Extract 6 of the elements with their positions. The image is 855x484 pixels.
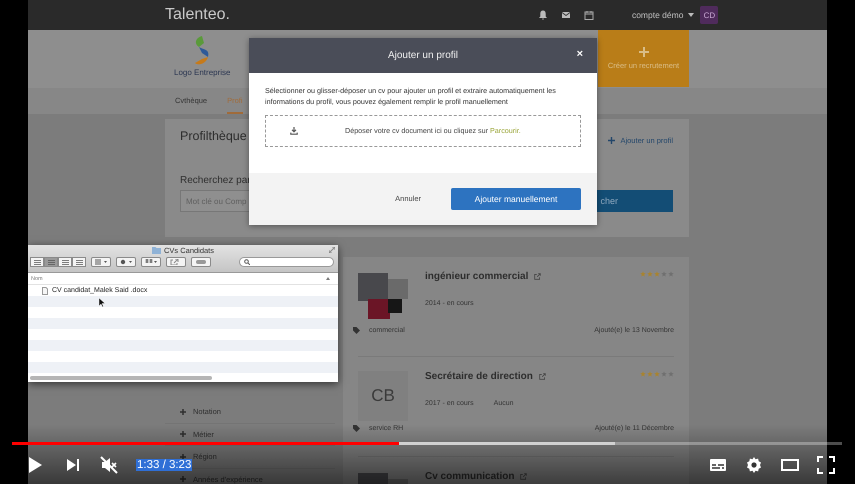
time-display: 1:33 / 3:23	[136, 459, 192, 471]
dialog-title: Ajouter un profil	[388, 50, 458, 61]
logo-label: Logo Entreprise	[174, 68, 230, 77]
panel-title: Profilthèque	[180, 129, 247, 143]
initials-avatar: CB	[358, 371, 408, 421]
search-label: Recherchez par	[180, 175, 251, 186]
